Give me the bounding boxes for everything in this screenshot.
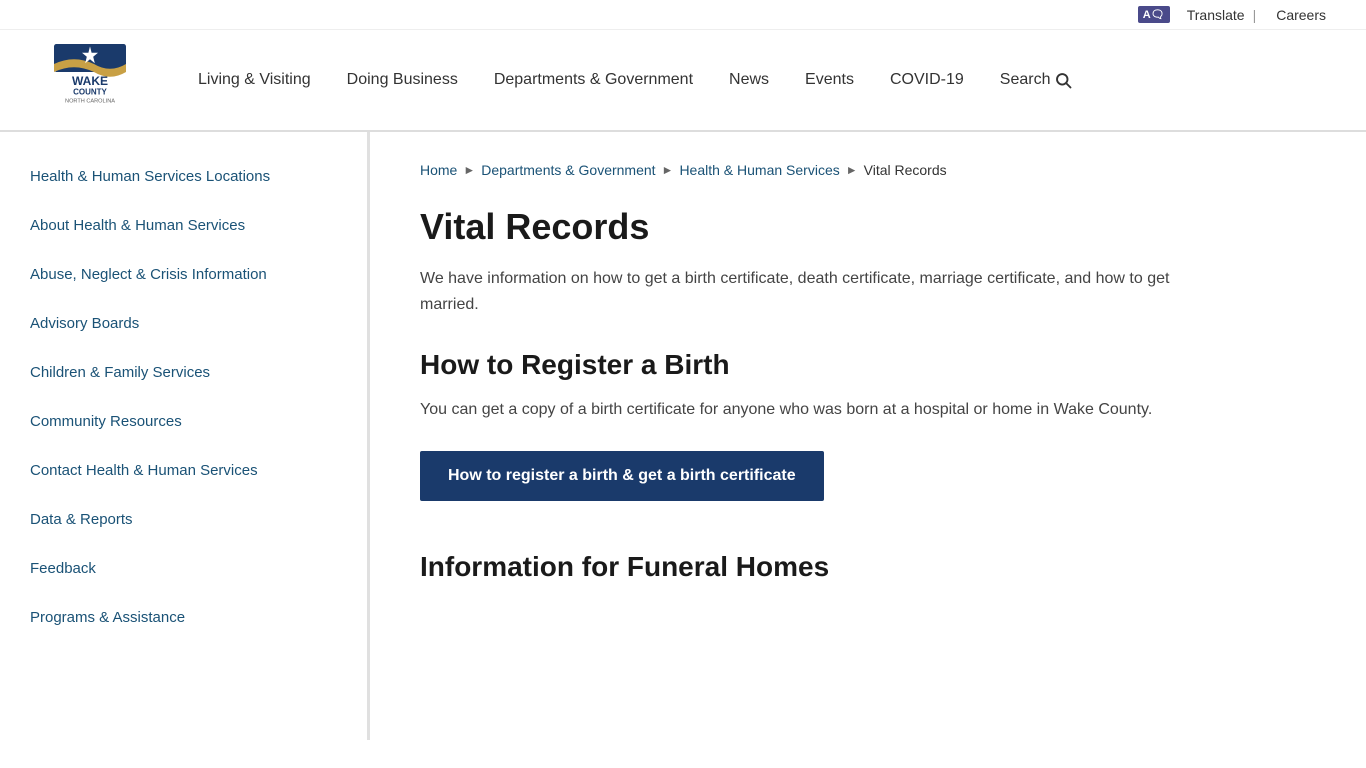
sidebar-item-programs-assistance[interactable]: Programs & Assistance xyxy=(0,593,367,642)
sidebar-item-about-hhs[interactable]: About Health & Human Services xyxy=(0,201,367,250)
nav-events[interactable]: Events xyxy=(787,61,872,99)
sidebar-item-hhs-locations[interactable]: Health & Human Services Locations xyxy=(0,152,367,201)
sidebar-item-community-resources[interactable]: Community Resources xyxy=(0,397,367,446)
page-title: Vital Records xyxy=(420,206,1220,248)
section1-text: You can get a copy of a birth certificat… xyxy=(420,397,1220,423)
section1-title: How to Register a Birth xyxy=(420,349,1220,381)
breadcrumb-hhs[interactable]: Health & Human Services xyxy=(679,162,839,178)
nav-covid[interactable]: COVID-19 xyxy=(872,61,982,99)
breadcrumb: Home ► Departments & Government ► Health… xyxy=(420,162,1220,178)
birth-certificate-cta-button[interactable]: How to register a birth & get a birth ce… xyxy=(420,451,824,501)
main-nav: Living & Visiting Doing Business Departm… xyxy=(180,61,1326,99)
breadcrumb-arrow-2: ► xyxy=(662,163,674,177)
sidebar-item-data-reports[interactable]: Data & Reports xyxy=(0,495,367,544)
nav-news[interactable]: News xyxy=(711,61,787,99)
main-content: Home ► Departments & Government ► Health… xyxy=(370,132,1270,740)
svg-text:NORTH CAROLINA: NORTH CAROLINA xyxy=(65,98,115,104)
utility-bar: A🗨 Translate | Careers xyxy=(0,0,1366,30)
sidebar-item-feedback[interactable]: Feedback xyxy=(0,544,367,593)
careers-link[interactable]: Careers xyxy=(1276,7,1326,23)
breadcrumb-home[interactable]: Home xyxy=(420,162,457,178)
page-intro-text: We have information on how to get a birt… xyxy=(420,266,1220,317)
sidebar-item-abuse-neglect[interactable]: Abuse, Neglect & Crisis Information xyxy=(0,250,367,299)
nav-living-visiting[interactable]: Living & Visiting xyxy=(180,61,329,99)
breadcrumb-arrow-1: ► xyxy=(463,163,475,177)
translate-icon: A🗨 xyxy=(1138,6,1170,23)
search-icon xyxy=(1054,71,1072,89)
svg-text:WAKE: WAKE xyxy=(72,74,108,88)
breadcrumb-current: Vital Records xyxy=(864,162,947,178)
page-layout: Health & Human Services Locations About … xyxy=(0,132,1366,740)
section2-title: Information for Funeral Homes xyxy=(420,551,1220,583)
svg-text:COUNTY: COUNTY xyxy=(73,87,107,96)
breadcrumb-departments[interactable]: Departments & Government xyxy=(481,162,655,178)
sidebar: Health & Human Services Locations About … xyxy=(0,132,370,740)
logo[interactable]: WAKE COUNTY NORTH CAROLINA xyxy=(40,40,140,120)
nav-search[interactable]: Search xyxy=(982,61,1091,99)
sidebar-item-children-family[interactable]: Children & Family Services xyxy=(0,348,367,397)
search-label: Search xyxy=(1000,71,1051,89)
sidebar-item-contact-hhs[interactable]: Contact Health & Human Services xyxy=(0,446,367,495)
nav-departments-government[interactable]: Departments & Government xyxy=(476,61,711,99)
utility-divider: | xyxy=(1253,7,1257,23)
breadcrumb-arrow-3: ► xyxy=(846,163,858,177)
translate-link[interactable]: Translate xyxy=(1187,7,1245,23)
site-header: WAKE COUNTY NORTH CAROLINA Living & Visi… xyxy=(0,30,1366,132)
sidebar-item-advisory-boards[interactable]: Advisory Boards xyxy=(0,299,367,348)
nav-doing-business[interactable]: Doing Business xyxy=(329,61,476,99)
